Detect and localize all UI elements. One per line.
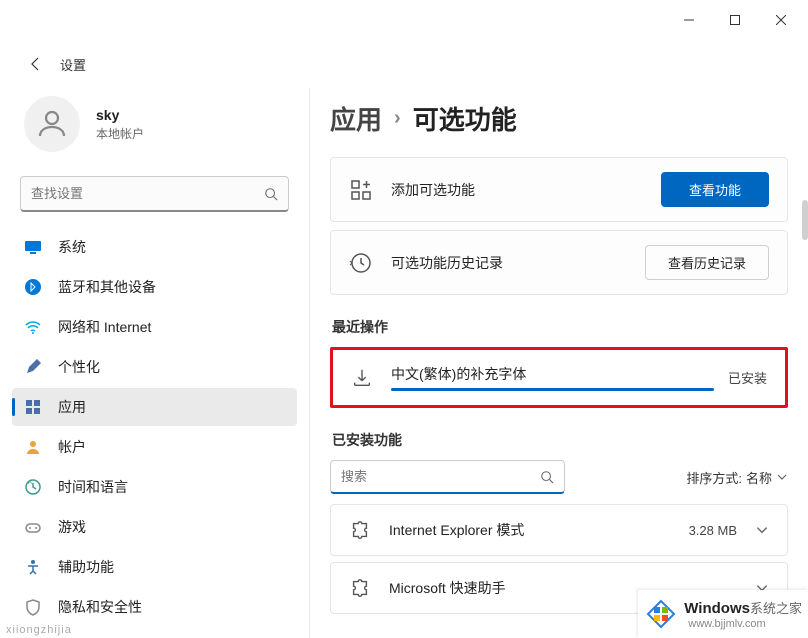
- clock-icon: A: [24, 478, 42, 496]
- sidebar-item-label: 辅助功能: [58, 557, 114, 577]
- recent-highlight-box: 中文(繁体)的补充字体 已安装: [330, 347, 788, 408]
- feature-name: Internet Explorer 模式: [389, 520, 689, 540]
- game-icon: [24, 518, 42, 536]
- breadcrumb-separator: ›: [394, 107, 401, 130]
- breadcrumb-parent[interactable]: 应用: [330, 100, 382, 137]
- bluetooth-icon: [24, 278, 42, 296]
- scrollbar-thumb[interactable]: [802, 200, 808, 240]
- shield-icon: [24, 598, 42, 616]
- sidebar-item-apps[interactable]: 应用: [12, 388, 297, 426]
- breadcrumb: 应用 › 可选功能: [330, 100, 788, 137]
- apps-icon: [24, 398, 42, 416]
- sidebar: sky 本地帐户 系统蓝牙和其他设备网络和 Internet 个性化应用帐户 A 时间…: [0, 88, 310, 638]
- windows-logo-icon: [644, 597, 678, 631]
- add-feature-card: 添加可选功能 查看功能: [330, 157, 788, 222]
- titlebar: [0, 0, 808, 40]
- search-icon: [540, 470, 554, 484]
- progress-bar: [391, 388, 714, 391]
- view-features-button[interactable]: 查看功能: [661, 172, 769, 207]
- display-icon: [24, 238, 42, 256]
- installed-search-input[interactable]: [341, 469, 540, 484]
- settings-search[interactable]: [20, 176, 289, 212]
- sidebar-item-display[interactable]: 系统: [12, 228, 297, 266]
- breadcrumb-page: 可选功能: [413, 100, 517, 137]
- sidebar-item-person[interactable]: 帐户: [12, 428, 297, 466]
- minimize-button[interactable]: [666, 4, 712, 36]
- maximize-button[interactable]: [712, 4, 758, 36]
- user-name: sky: [96, 107, 144, 123]
- sidebar-item-bluetooth[interactable]: 蓝牙和其他设备: [12, 268, 297, 306]
- watermark-left: xiiongzhijia: [6, 624, 72, 636]
- puzzle-icon: [349, 577, 371, 599]
- sidebar-item-label: 蓝牙和其他设备: [58, 277, 156, 297]
- sidebar-item-label: 应用: [58, 397, 86, 417]
- user-section[interactable]: sky 本地帐户: [12, 88, 297, 172]
- add-feature-label: 添加可选功能: [391, 180, 661, 200]
- sidebar-item-clock[interactable]: A 时间和语言: [12, 468, 297, 506]
- history-label: 可选功能历史记录: [391, 253, 645, 273]
- sidebar-item-accessibility[interactable]: 辅助功能: [12, 548, 297, 586]
- chevron-down-icon: [776, 471, 788, 483]
- puzzle-icon: [349, 519, 371, 541]
- brush-icon: [24, 358, 42, 376]
- sort-dropdown[interactable]: 排序方式: 名称: [686, 468, 788, 487]
- user-type: 本地帐户: [96, 125, 144, 142]
- recent-item-status: 已安装: [728, 368, 767, 387]
- avatar: [24, 96, 80, 152]
- sidebar-item-label: 游戏: [58, 517, 86, 537]
- sort-value: 名称: [746, 468, 772, 487]
- installed-section-title: 已安装功能: [332, 430, 788, 450]
- sidebar-item-label: 隐私和安全性: [58, 597, 142, 617]
- watermark-brand: Windows: [684, 600, 750, 617]
- view-history-button[interactable]: 查看历史记录: [645, 245, 769, 280]
- recent-section-title: 最近操作: [332, 317, 788, 337]
- sidebar-item-label: 个性化: [58, 357, 100, 377]
- watermark-url: www.bjjmlv.com: [688, 618, 802, 630]
- history-card: 可选功能历史记录 查看历史记录: [330, 230, 788, 295]
- wifi-icon: [24, 318, 42, 336]
- close-button[interactable]: [758, 4, 804, 36]
- header: 设置: [0, 40, 808, 88]
- download-icon: [351, 367, 373, 389]
- sidebar-item-shield[interactable]: 隐私和安全性: [12, 588, 297, 626]
- feature-size: 3.28 MB: [689, 523, 737, 538]
- history-icon: [349, 251, 373, 275]
- installed-feature-row[interactable]: Internet Explorer 模式3.28 MB: [330, 504, 788, 556]
- person-icon: [24, 438, 42, 456]
- main-content: 应用 › 可选功能 添加可选功能 查看功能 可选功能历史记录 查看历史记录 最近…: [310, 88, 808, 638]
- sidebar-item-label: 网络和 Internet: [58, 317, 151, 337]
- accessibility-icon: [24, 558, 42, 576]
- watermark-badge: Windows系统之家 www.bjjmlv.com: [638, 590, 808, 638]
- sidebar-item-label: 系统: [58, 237, 86, 257]
- settings-search-input[interactable]: [31, 186, 264, 201]
- svg-text:A: A: [28, 480, 32, 486]
- recent-item[interactable]: 中文(繁体)的补充字体 已安装: [333, 350, 785, 405]
- grid-plus-icon: [349, 178, 373, 202]
- sidebar-item-game[interactable]: 游戏: [12, 508, 297, 546]
- sidebar-item-brush[interactable]: 个性化: [12, 348, 297, 386]
- sidebar-item-label: 帐户: [58, 437, 86, 457]
- installed-search[interactable]: [330, 460, 565, 494]
- app-title: 设置: [60, 55, 86, 74]
- search-icon: [264, 187, 278, 201]
- chevron-down-icon: [755, 523, 769, 537]
- recent-item-name: 中文(繁体)的补充字体: [391, 364, 714, 384]
- back-button[interactable]: [16, 44, 56, 84]
- sort-label: 排序方式:: [686, 468, 742, 487]
- sidebar-item-wifi[interactable]: 网络和 Internet: [12, 308, 297, 346]
- watermark-brand-sub: 系统之家: [750, 601, 802, 616]
- sidebar-item-label: 时间和语言: [58, 477, 128, 497]
